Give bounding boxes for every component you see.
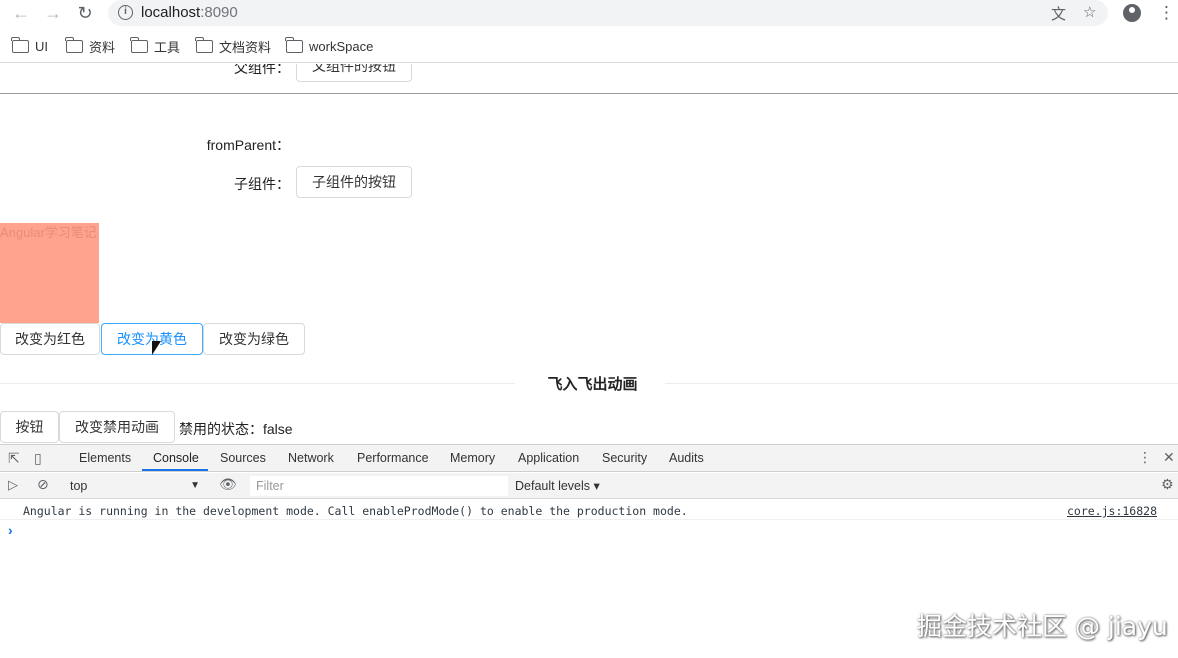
child-label: 子组件： — [234, 176, 290, 192]
console-message: Angular is running in the development mo… — [23, 504, 688, 518]
bookmark-label: 资料 — [89, 39, 116, 55]
console-toolbar: ▷ ⊘ top ▼ 👁 Filter Default levels ▾ ⚙ — [0, 473, 1178, 499]
child-button[interactable]: 子组件的按钮 — [296, 166, 412, 198]
watermark: 掘金技术社区 @ jiayu — [917, 612, 1168, 641]
section-divider-left — [0, 383, 515, 384]
dropdown-arrow-icon: ▼ — [190, 480, 200, 491]
bookmark-label: 工具 — [154, 39, 181, 55]
reload-icon[interactable]: ↻ — [74, 3, 96, 23]
console-source-link[interactable]: core.js:16828 — [1067, 504, 1157, 518]
url-host: localhost — [141, 4, 201, 21]
folder-icon — [195, 36, 213, 53]
url-text: localhost:8090 — [141, 4, 238, 21]
bookmark-materials[interactable]: 资料 — [65, 36, 116, 55]
red-button[interactable]: 改变为红色 — [0, 323, 100, 355]
bookmark-docs[interactable]: 文档资料 — [195, 36, 272, 55]
log-levels-select[interactable]: Default levels ▾ — [515, 478, 600, 493]
tab-application[interactable]: Application — [518, 451, 579, 465]
profile-icon[interactable] — [1123, 4, 1141, 22]
close-devtools-icon[interactable]: ✕ — [1163, 449, 1175, 466]
console-message-row: Angular is running in the development mo… — [0, 500, 1178, 520]
site-info-icon[interactable]: i — [118, 5, 133, 20]
tab-audits[interactable]: Audits — [669, 451, 704, 465]
green-button[interactable]: 改变为绿色 — [203, 323, 305, 355]
folder-icon — [285, 36, 303, 53]
anim-button[interactable]: 按钮 — [0, 411, 59, 443]
toggle-disable-anim-button[interactable]: 改变禁用动画 — [59, 411, 175, 443]
bookmark-ui[interactable]: UI — [11, 36, 48, 55]
disabled-state: 禁用的状态：false — [179, 419, 293, 439]
bookmarks-bar: UI 资料 工具 文档资料 workSpace — [0, 27, 1178, 63]
parent-button[interactable]: 父组件的按钮 — [296, 64, 412, 82]
folder-icon — [130, 36, 148, 53]
inspect-element-icon[interactable]: ⇱ — [8, 450, 20, 467]
bookmark-workspace[interactable]: workSpace — [285, 36, 374, 55]
tab-sources[interactable]: Sources — [220, 451, 266, 465]
bookmark-label: 文档资料 — [219, 39, 272, 55]
color-box: Angular学习笔记 — [0, 223, 99, 323]
bookmark-tools[interactable]: 工具 — [130, 36, 181, 55]
forward-icon[interactable]: → — [42, 3, 64, 23]
tab-elements[interactable]: Elements — [79, 451, 131, 465]
active-tab-indicator — [142, 469, 208, 471]
devtools-tabs: ⇱ ▯ Elements Console Sources Network Per… — [0, 445, 1178, 472]
component-divider — [0, 93, 1178, 94]
context-select[interactable]: top ▼ — [66, 476, 206, 496]
star-icon[interactable]: ☆ — [1083, 3, 1096, 21]
from-parent-label: fromParent： — [206, 137, 290, 153]
page-content: 父组件： 父组件的按钮 fromParent： 子组件： 子组件的按钮 Angu… — [0, 64, 1178, 444]
tab-network[interactable]: Network — [288, 451, 334, 465]
filter-input[interactable]: Filter — [250, 476, 508, 496]
folder-icon — [11, 36, 29, 53]
tab-memory[interactable]: Memory — [450, 451, 495, 465]
back-icon[interactable]: ← — [10, 3, 32, 23]
browser-toolbar: ← → ↻ i localhost:8090 文 ☆ ⋮ — [0, 0, 1178, 27]
device-toolbar-icon[interactable]: ▯ — [34, 450, 42, 467]
bookmark-label: UI — [35, 38, 48, 54]
devtools-menu-icon[interactable]: ⋮ — [1138, 449, 1152, 466]
translate-icon[interactable]: 文 — [1051, 3, 1066, 24]
section-divider-right — [665, 383, 1178, 384]
live-expression-eye-icon[interactable]: 👁 — [219, 476, 237, 493]
console-settings-gear-icon[interactable]: ⚙ — [1161, 476, 1174, 493]
bookmark-label: workSpace — [309, 38, 374, 54]
console-prompt-icon[interactable]: › — [8, 522, 13, 538]
disabled-state-value: false — [263, 421, 293, 437]
folder-icon — [65, 36, 83, 53]
context-value: top — [70, 479, 88, 493]
mouse-cursor-icon — [152, 341, 161, 355]
tab-security[interactable]: Security — [602, 451, 647, 465]
disabled-state-label: 禁用的状态： — [179, 421, 263, 437]
url-port: :8090 — [200, 4, 238, 21]
section-title: 飞入飞出动画 — [547, 376, 638, 393]
tab-performance[interactable]: Performance — [357, 451, 429, 465]
parent-label: 父组件： — [234, 64, 290, 76]
tab-console[interactable]: Console — [153, 451, 199, 465]
address-bar[interactable]: i localhost:8090 文 ☆ — [108, 0, 1108, 26]
menu-icon[interactable]: ⋮ — [1158, 3, 1175, 23]
clear-console-icon[interactable]: ⊘ — [37, 476, 49, 493]
sidebar-toggle-icon[interactable]: ▷ — [8, 477, 18, 493]
